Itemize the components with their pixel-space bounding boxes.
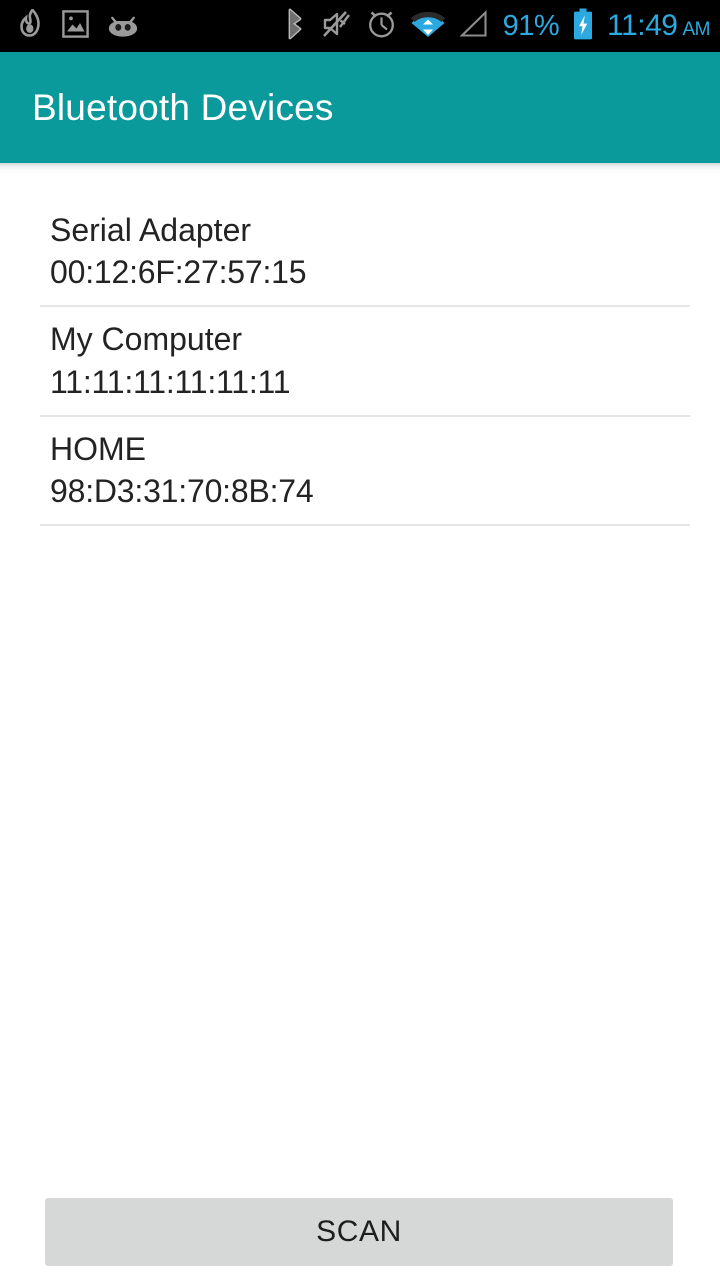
android-screen: 91% 11:49 AM Bluetooth Devices Serial Ad… [0, 0, 720, 1280]
device-name: Serial Adapter [50, 212, 252, 248]
device-list-item[interactable]: My Computer 11:11:11:11:11:11 [0, 307, 720, 417]
bluetooth-icon [286, 8, 308, 45]
wifi-icon [410, 10, 445, 43]
device-list-item-content: HOME 98:D3:31:70:8B:74 [40, 417, 690, 527]
scan-button[interactable]: SCAN [45, 1198, 673, 1266]
cellular-signal-icon [459, 9, 489, 43]
clock-time: 11:49 [607, 9, 678, 42]
clock-period: AM [682, 19, 711, 40]
app-bar-shadow [0, 163, 720, 173]
device-name: HOME [50, 430, 146, 467]
device-mac-address: 98:D3:31:70:8B:74 [50, 473, 314, 510]
flame-icon [18, 7, 44, 44]
main-content: Serial Adapter 00:12:6F:27:57:15 My Comput… [0, 173, 720, 1280]
device-name: My Computer [50, 321, 243, 358]
status-bar[interactable]: 91% 11:49 AM [0, 0, 720, 52]
page-title: Bluetooth Devices [32, 86, 334, 128]
alarm-clock-icon [366, 8, 397, 44]
app-bar: Bluetooth Devices [0, 52, 720, 163]
system-status-group: 91% 11:49 AM [286, 8, 710, 45]
volume-muted-icon [322, 9, 352, 44]
device-list-item-content: Serial Adapter 00:12:6F:27:57:15 [40, 209, 690, 308]
android-bean-face-icon [107, 10, 139, 43]
image-icon [62, 9, 89, 44]
device-list-item[interactable]: Serial Adapter 00:12:6F:27:57:15 [0, 209, 720, 308]
device-mac-address: 11:11:11:11:11:11 [50, 363, 291, 400]
bluetooth-device-list: Serial Adapter 00:12:6F:27:57:15 My Comput… [0, 173, 720, 527]
bottom-button-area: SCAN [0, 1198, 720, 1280]
status-bar-clock: 11:49 AM [607, 9, 710, 43]
device-list-item[interactable]: HOME 98:D3:31:70:8B:74 [0, 417, 720, 527]
device-list-item-content: My Computer 11:11:11:11:11:11 [40, 307, 690, 417]
device-mac-address: 00:12:6F:27:57:15 [50, 254, 307, 291]
notification-icon-group [18, 7, 139, 44]
battery-charging-icon [573, 8, 593, 45]
battery-percent-label: 91% [502, 9, 560, 42]
